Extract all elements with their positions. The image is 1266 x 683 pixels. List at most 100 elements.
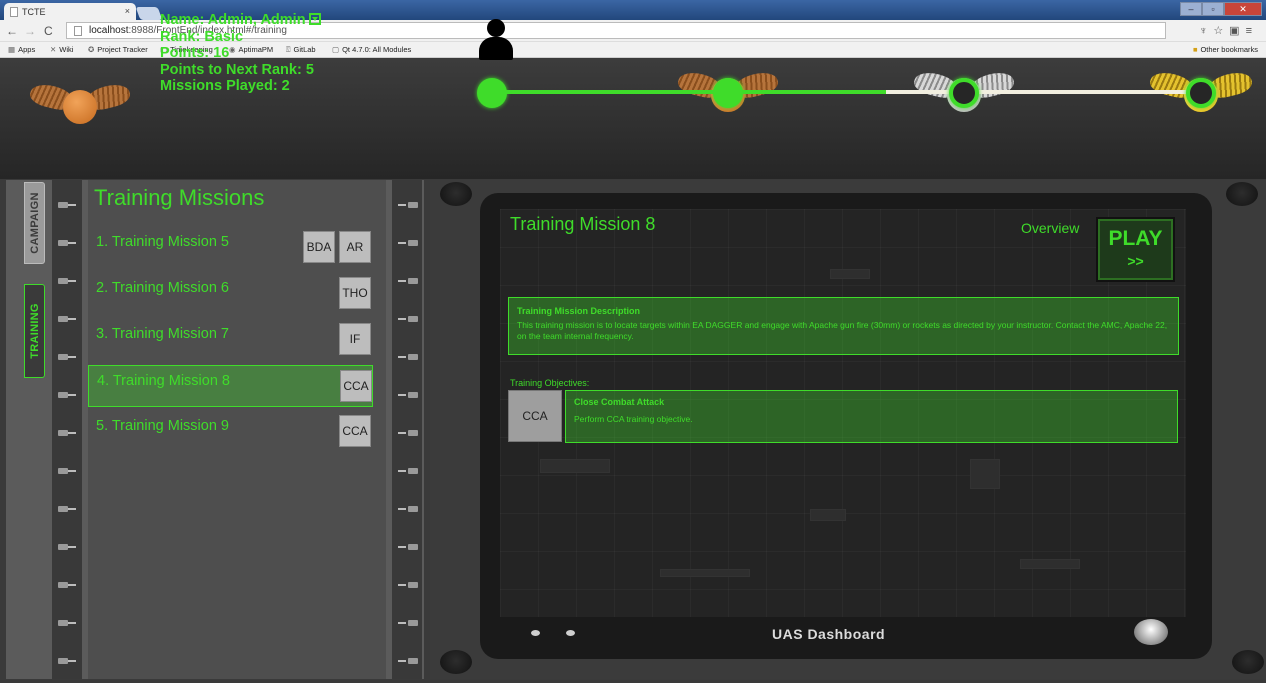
wiki-icon: ✕ xyxy=(50,45,57,54)
maximize-button[interactable]: ▫ xyxy=(1202,2,1224,16)
page-icon xyxy=(74,26,82,36)
extension-icons[interactable]: ♆☆▣≡ xyxy=(1199,24,1258,37)
dashboard-label: UAS Dashboard xyxy=(772,626,886,642)
window-close-button[interactable]: ✕ xyxy=(1224,2,1262,16)
window-controls: – ▫ ✕ xyxy=(1180,2,1262,16)
mission-tag: BDA xyxy=(303,231,335,263)
mission-item[interactable]: 2. Training Mission 6 THO xyxy=(88,273,373,315)
binder-ring-icon xyxy=(58,656,78,664)
bookmark-wiki[interactable]: ✕ Wiki xyxy=(50,45,73,54)
tab-close-icon[interactable]: × xyxy=(125,6,130,16)
mission-tag: IF xyxy=(339,323,371,355)
tab-training[interactable]: TRAINING xyxy=(24,284,45,378)
new-tab-button[interactable] xyxy=(135,7,163,20)
profile-points: Points: 16 xyxy=(160,45,230,61)
binder-ring-icon xyxy=(398,428,418,436)
binder-ring-icon xyxy=(58,276,78,284)
page-icon: ▢ xyxy=(332,45,340,54)
binder-ring-icon xyxy=(58,390,78,398)
binder-ring-icon xyxy=(58,200,78,208)
rank-step-pending xyxy=(949,78,979,108)
objective-text: Perform CCA training objective. xyxy=(574,414,693,424)
binder-ring-icon xyxy=(58,428,78,436)
binder-ring-icon xyxy=(398,352,418,360)
tab-title: TCTE xyxy=(22,7,46,17)
bookmark-apps[interactable]: ▦ Apps xyxy=(8,45,35,54)
reload-icon[interactable]: C xyxy=(44,24,53,38)
overview-link[interactable]: Overview xyxy=(1021,220,1079,236)
indicator-light-icon xyxy=(531,630,540,636)
mission-tag: AR xyxy=(339,231,371,263)
binder-ring-icon xyxy=(58,618,78,626)
binder-ring-icon xyxy=(58,352,78,360)
bolt-icon xyxy=(440,650,472,674)
minimize-button[interactable]: – xyxy=(1180,2,1202,16)
person-icon xyxy=(476,19,516,63)
bookmark-qt[interactable]: ▢ Qt 4.7.0: All Modules xyxy=(332,45,411,54)
page-icon xyxy=(10,7,18,17)
url-host: localhost xyxy=(89,25,129,36)
binder-ring-icon xyxy=(58,542,78,550)
mission-tag: CCA xyxy=(339,415,371,447)
dropdown-toggle-icon[interactable] xyxy=(308,13,321,25)
binder-ring-icon xyxy=(398,656,418,664)
binder-ring-icon xyxy=(398,238,418,246)
profile-missions-played: Missions Played: 2 xyxy=(160,78,290,94)
bolt-icon xyxy=(440,182,472,206)
description-text: This training mission is to locate targe… xyxy=(517,320,1168,341)
other-bookmarks[interactable]: ■ Other bookmarks xyxy=(1193,45,1258,54)
indicator-light-icon xyxy=(566,630,575,636)
mission-item-label: 3. Training Mission 7 xyxy=(96,326,229,342)
objectives-label: Training Objectives: xyxy=(510,378,590,388)
binder-ring-icon xyxy=(58,580,78,588)
binder-ring-icon xyxy=(58,504,78,512)
play-button[interactable]: PLAY >> xyxy=(1096,217,1175,282)
binder-ring-icon xyxy=(398,580,418,588)
binder-rings-right xyxy=(392,180,422,679)
forward-arrow-icon[interactable]: → xyxy=(24,24,36,38)
objective-heading: Close Combat Attack xyxy=(574,397,665,407)
profile-name[interactable]: Name: Admin, Admin xyxy=(160,12,321,29)
missions-title: Training Missions xyxy=(94,185,265,210)
bookmark-project-tracker[interactable]: ✪ Project Tracker xyxy=(88,45,148,54)
back-arrow-icon[interactable]: ← xyxy=(6,24,18,38)
rank-step-pending xyxy=(1186,78,1216,108)
tab-campaign[interactable]: CAMPAIGN xyxy=(24,182,45,264)
mission-detail-title: Training Mission 8 xyxy=(510,214,656,234)
binder-ring-icon xyxy=(58,238,78,246)
objective-box: Close Combat Attack Perform CCA training… xyxy=(565,390,1178,443)
rank-step-complete xyxy=(713,78,743,108)
binder-ring-icon xyxy=(58,466,78,474)
browser-tab[interactable]: TCTE × xyxy=(4,3,136,20)
binder-ring-icon xyxy=(58,314,78,322)
binder-ring-icon xyxy=(398,618,418,626)
rank-progress-segment xyxy=(728,90,964,94)
mission-item[interactable]: 1. Training Mission 5 AR BDA xyxy=(88,227,373,269)
rank-progress-segment xyxy=(964,90,1201,94)
current-rank-badge-icon xyxy=(27,81,133,132)
play-label: PLAY xyxy=(1108,227,1163,250)
binder-ring-icon xyxy=(398,466,418,474)
mission-item[interactable]: 3. Training Mission 7 IF xyxy=(88,319,373,361)
profile-summary: Name: Admin, Admin Rank: Basic Points: 1… xyxy=(160,12,321,95)
profile-points-next: Points to Next Rank: 5 xyxy=(160,61,314,78)
mission-item-label: 1. Training Mission 5 xyxy=(96,234,229,250)
profile-rank: Rank: Basic xyxy=(160,28,244,45)
description-heading: Training Mission Description xyxy=(517,306,641,316)
binder-rings-left xyxy=(52,180,82,679)
binder-ring-icon xyxy=(398,504,418,512)
mission-item[interactable]: 5. Training Mission 9 CCA xyxy=(88,411,373,453)
binder-ring-icon xyxy=(398,200,418,208)
mission-item[interactable]: 4. Training Mission 8 CCA xyxy=(88,365,373,407)
bolt-icon xyxy=(1226,182,1258,206)
mission-tag: THO xyxy=(339,277,371,309)
folder-icon: ■ xyxy=(1192,45,1198,54)
binder-ring-icon xyxy=(398,276,418,284)
mission-description-box: Training Mission Description This traini… xyxy=(508,297,1179,355)
tracker-icon: ✪ xyxy=(88,45,95,54)
rank-step-complete xyxy=(477,78,507,108)
mission-item-label: 2. Training Mission 6 xyxy=(96,280,229,296)
binder-ring-icon xyxy=(398,390,418,398)
bolt-icon xyxy=(1232,650,1264,674)
home-button[interactable] xyxy=(1134,619,1168,645)
